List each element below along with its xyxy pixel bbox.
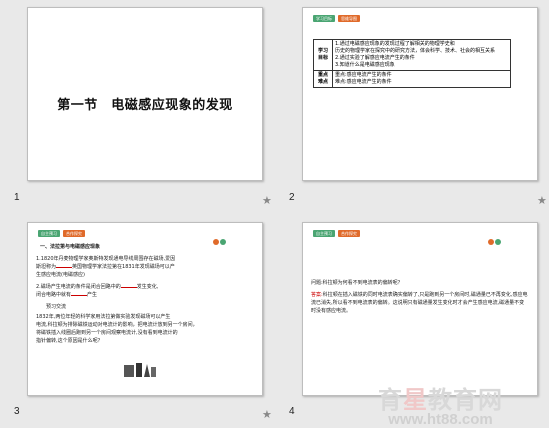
star-icon[interactable]: ★ bbox=[262, 408, 272, 421]
slide-thumbnail-1[interactable]: 第一节 电磁感应现象的发现 bbox=[27, 7, 263, 181]
status-dots bbox=[213, 239, 226, 245]
table-row: 学习目标 1.通过电磁感应现象的发现过程了解相关的物理学史和 历史的物理学家在探… bbox=[313, 39, 511, 71]
tag-self-study: 自主预习 bbox=[38, 230, 60, 237]
tag-cooperative: 合作探究 bbox=[63, 230, 85, 237]
tag-learning-goals: 学习目标 bbox=[313, 15, 335, 22]
watermark: 育星教育网 www.ht88.com bbox=[378, 380, 503, 428]
table-line: 2.通过实验了解感应电流产生的条件 bbox=[335, 55, 415, 61]
table-line: 1.通过电磁感应现象的发现过程了解相关的物理学史和 bbox=[335, 41, 455, 47]
paragraph-3: 1832年,两位年轻的科学家用法拉第做实验发现磁场可以产生 电流,科拉顿为排除磁… bbox=[36, 314, 198, 344]
section-heading: 一、法拉第与电磁感应现象 bbox=[40, 244, 101, 250]
watermark-name: 育星教育网 bbox=[378, 386, 503, 414]
star-icon[interactable]: ★ bbox=[262, 194, 272, 207]
slide-number-2: 2 bbox=[289, 192, 295, 203]
slide-thumbnail-3[interactable]: 自主预习 合作探究 一、法拉第与电磁感应现象 1.1820年丹麦物理学家奥斯特发… bbox=[27, 222, 263, 396]
slide-title: 第一节 电磁感应现象的发现 bbox=[57, 98, 233, 113]
status-dots bbox=[488, 239, 501, 245]
slide-thumbnail-2[interactable]: 学习目标 思维导图 学习目标 1.通过电磁感应现象的发现过程了解相关的物理学史和… bbox=[302, 7, 538, 181]
slide-number-1: 1 bbox=[14, 192, 20, 203]
table-line: 难点:感应电流产生的条件 bbox=[335, 79, 392, 85]
slide-thumbnail-4[interactable]: 自主预习 合作探究 问题:科拉顿为何看不到电流表的偏转呢？ 答案:科拉顿在插入磁… bbox=[302, 222, 538, 396]
table-line: 历史的物理学家在探究中的研究方法，体会科学、技术、社会的相互关系 bbox=[335, 48, 496, 54]
question-text: 问题:科拉顿为何看不到电流表的偏转呢？ bbox=[311, 280, 403, 286]
table-line: 重点:感应电流产生的条件 bbox=[335, 72, 392, 78]
answer-text: 答案:科拉顿在插入磁铁的同时电流表确实偏转了,只是跑到另一个房间时,磁通量已不再… bbox=[311, 292, 528, 314]
table-cell-content: 重点:感应电流产生的条件 难点:感应电流产生的条件 bbox=[332, 70, 511, 88]
paragraph-2: 2.磁场产生电流的条件是闭合回路中的 发生变化, 闭合电路中就有 产生 bbox=[36, 284, 159, 298]
experiment-illustration bbox=[124, 363, 156, 377]
subheading-preview: 预习交流 bbox=[46, 304, 67, 310]
table-cell-content: 1.通过电磁感应现象的发现过程了解相关的物理学史和 历史的物理学家在探究中的研究… bbox=[332, 39, 511, 71]
table-cell-label: 学习目标 bbox=[313, 39, 333, 71]
slide-number-3: 3 bbox=[14, 406, 20, 417]
slide-number-4: 4 bbox=[289, 406, 295, 417]
goals-table: 学习目标 1.通过电磁感应现象的发现过程了解相关的物理学史和 历史的物理学家在探… bbox=[313, 39, 511, 88]
table-row: 重点难点 重点:感应电流产生的条件 难点:感应电流产生的条件 bbox=[313, 70, 511, 88]
paragraph-1: 1.1820年丹麦物理学家奥斯特发现通电导线周围存在磁场,爱因 斯坦称为 英国物理… bbox=[36, 256, 176, 278]
table-cell-label: 重点难点 bbox=[313, 70, 333, 88]
tag-mind-map: 思维导图 bbox=[338, 15, 360, 22]
tag-self-study: 自主预习 bbox=[313, 230, 335, 237]
tag-cooperative: 合作探究 bbox=[338, 230, 360, 237]
star-icon[interactable]: ★ bbox=[537, 194, 547, 207]
watermark-url: www.ht88.com bbox=[388, 411, 493, 428]
table-line: 3.知道什么是电磁感应现象 bbox=[335, 62, 395, 68]
